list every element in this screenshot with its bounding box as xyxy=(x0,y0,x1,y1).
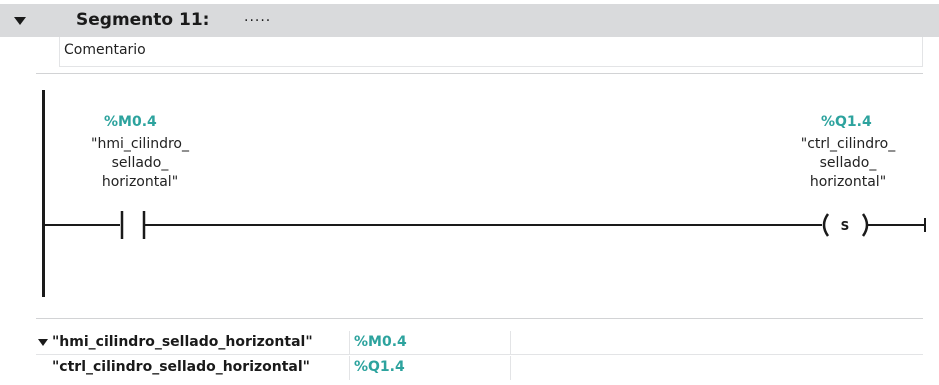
divider xyxy=(36,318,923,319)
normally-open-contact[interactable] xyxy=(120,211,146,239)
table-row[interactable]: "ctrl_cilindro_sellado_horizontal" %Q1.4 xyxy=(36,356,923,380)
coil-name-line: horizontal" xyxy=(809,174,887,190)
contact-address[interactable]: %M0.4 xyxy=(104,114,157,130)
variable-address: %M0.4 xyxy=(354,334,407,350)
table-row[interactable]: "hmi_cilindro_sellado_horizontal" %M0.4 xyxy=(36,331,923,355)
contact-operand-name[interactable]: "hmi_cilindro_ sellado_ horizontal" xyxy=(52,135,228,192)
coil-operand-name[interactable]: "ctrl_cilindro_ sellado_ horizontal" xyxy=(770,135,926,192)
contact-name-line: "hmi_cilindro_ xyxy=(91,136,189,152)
variable-address: %Q1.4 xyxy=(354,359,405,375)
coil-address[interactable]: %Q1.4 xyxy=(821,114,872,130)
contact-name-line: horizontal" xyxy=(101,174,179,190)
contact-name-line: sellado_ xyxy=(111,155,169,171)
coil-name-line: sellado_ xyxy=(819,155,877,171)
variable-name: "hmi_cilindro_sellado_horizontal" xyxy=(52,334,313,350)
coil-type-label: S xyxy=(841,219,850,233)
coil-name-line: "ctrl_cilindro_ xyxy=(800,136,896,152)
power-rail xyxy=(42,90,45,297)
variable-name: "ctrl_cilindro_sellado_horizontal" xyxy=(52,359,310,375)
expand-triangle-icon[interactable] xyxy=(38,339,48,346)
